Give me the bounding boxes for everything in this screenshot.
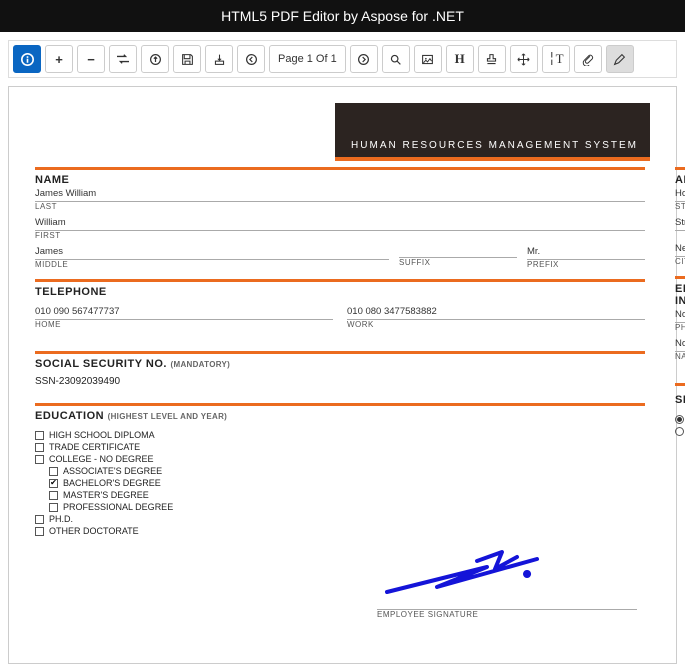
stamp-button[interactable] — [478, 45, 506, 73]
name-last[interactable]: William — [35, 215, 645, 231]
text-cursor-button[interactable]: ╎T — [542, 45, 570, 73]
ssn-value[interactable]: SSN-23092039490 — [35, 376, 645, 387]
name-suffix[interactable] — [399, 244, 517, 258]
ssn-section-title: SOCIAL SECURITY NO. (MANDATORY) — [35, 358, 645, 370]
pdf-page: HUMAN RESOURCES MANAGEMENT SYSTEM NAME J… — [17, 95, 668, 655]
education-section-title: EDUCATION (HIGHEST LEVEL AND YEAR) — [35, 410, 645, 422]
phone-home[interactable]: 010 090 567477737 — [35, 304, 333, 320]
chk-highschool[interactable]: HIGH SCHOOL DIPLOMA — [35, 430, 645, 440]
chk-phd[interactable]: PH.D. — [35, 514, 645, 524]
address-line1[interactable]: House 182993| — [675, 186, 685, 202]
info-button[interactable] — [13, 45, 41, 73]
app-header: HTML5 PDF Editor by Aspose for .NET — [0, 0, 685, 32]
phone-work[interactable]: 010 080 3477583882 — [347, 304, 645, 320]
chk-masters[interactable]: MASTER'S DEGREE — [49, 490, 645, 500]
draw-button[interactable] — [606, 45, 634, 73]
upload-button[interactable] — [141, 45, 169, 73]
swap-button[interactable] — [109, 45, 137, 73]
emergency-name[interactable]: None — [675, 336, 685, 352]
banner-accent — [335, 157, 650, 161]
app-title: HTML5 PDF Editor by Aspose for .NET — [221, 8, 464, 24]
address-section-title: ADDRESS — [675, 174, 685, 186]
attachment-button[interactable] — [574, 45, 602, 73]
name-section-title: NAME — [35, 174, 645, 186]
chk-other[interactable]: OTHER DOCTORATE — [35, 526, 645, 536]
address-street[interactable]: Street 883 — [675, 215, 685, 231]
right-column: ADDRESS House 182993| STREET Street 883 … — [675, 167, 685, 538]
move-button[interactable] — [510, 45, 538, 73]
chk-professional[interactable]: PROFESSIONAL DEGREE — [49, 502, 645, 512]
prev-page-button[interactable] — [237, 45, 265, 73]
name-first[interactable]: James — [35, 244, 389, 260]
search-button[interactable] — [382, 45, 410, 73]
signature-label: EMPLOYEE SIGNATURE — [377, 610, 637, 619]
add-button[interactable]: + — [45, 45, 73, 73]
editor-canvas[interactable]: HUMAN RESOURCES MANAGEMENT SYSTEM NAME J… — [8, 86, 677, 664]
image-button[interactable] — [414, 45, 442, 73]
signature-area[interactable]: EMPLOYEE SIGNATURE — [377, 547, 637, 623]
chk-associates[interactable]: ASSOCIATE'S DEGREE — [49, 466, 645, 476]
page-indicator: Page 1 Of 1 — [269, 45, 346, 73]
next-page-button[interactable] — [350, 45, 378, 73]
radio-female[interactable]: FEMALE — [675, 426, 685, 436]
chk-trade[interactable]: TRADE CERTIFICATE — [35, 442, 645, 452]
telephone-section-title: TELEPHONE — [35, 286, 645, 298]
heading-button[interactable]: H — [446, 45, 474, 73]
remove-button[interactable]: − — [77, 45, 105, 73]
emergency-section-title: EMERGENCY CONTACT INFORMATION — [675, 283, 685, 307]
toolbar: + − Page 1 Of 1 H ╎T — [8, 40, 677, 78]
chk-bachelors[interactable]: BACHELOR'S DEGREE — [49, 478, 645, 488]
signature-drawing — [377, 547, 577, 607]
emergency-phone-top[interactable]: None — [675, 307, 685, 323]
save-button[interactable] — [173, 45, 201, 73]
name-prefix[interactable]: Mr. — [527, 244, 645, 260]
address-city[interactable]: New York City — [675, 241, 685, 257]
left-column: NAME James William LAST William FIRST Ja… — [35, 167, 645, 538]
chk-college[interactable]: COLLEGE - NO DEGREE — [35, 454, 645, 464]
radio-male[interactable]: MALE — [675, 414, 685, 424]
name-full[interactable]: James William — [35, 186, 645, 202]
sex-section-title: SEX — [675, 394, 685, 406]
export-button[interactable] — [205, 45, 233, 73]
banner: HUMAN RESOURCES MANAGEMENT SYSTEM — [335, 103, 650, 157]
